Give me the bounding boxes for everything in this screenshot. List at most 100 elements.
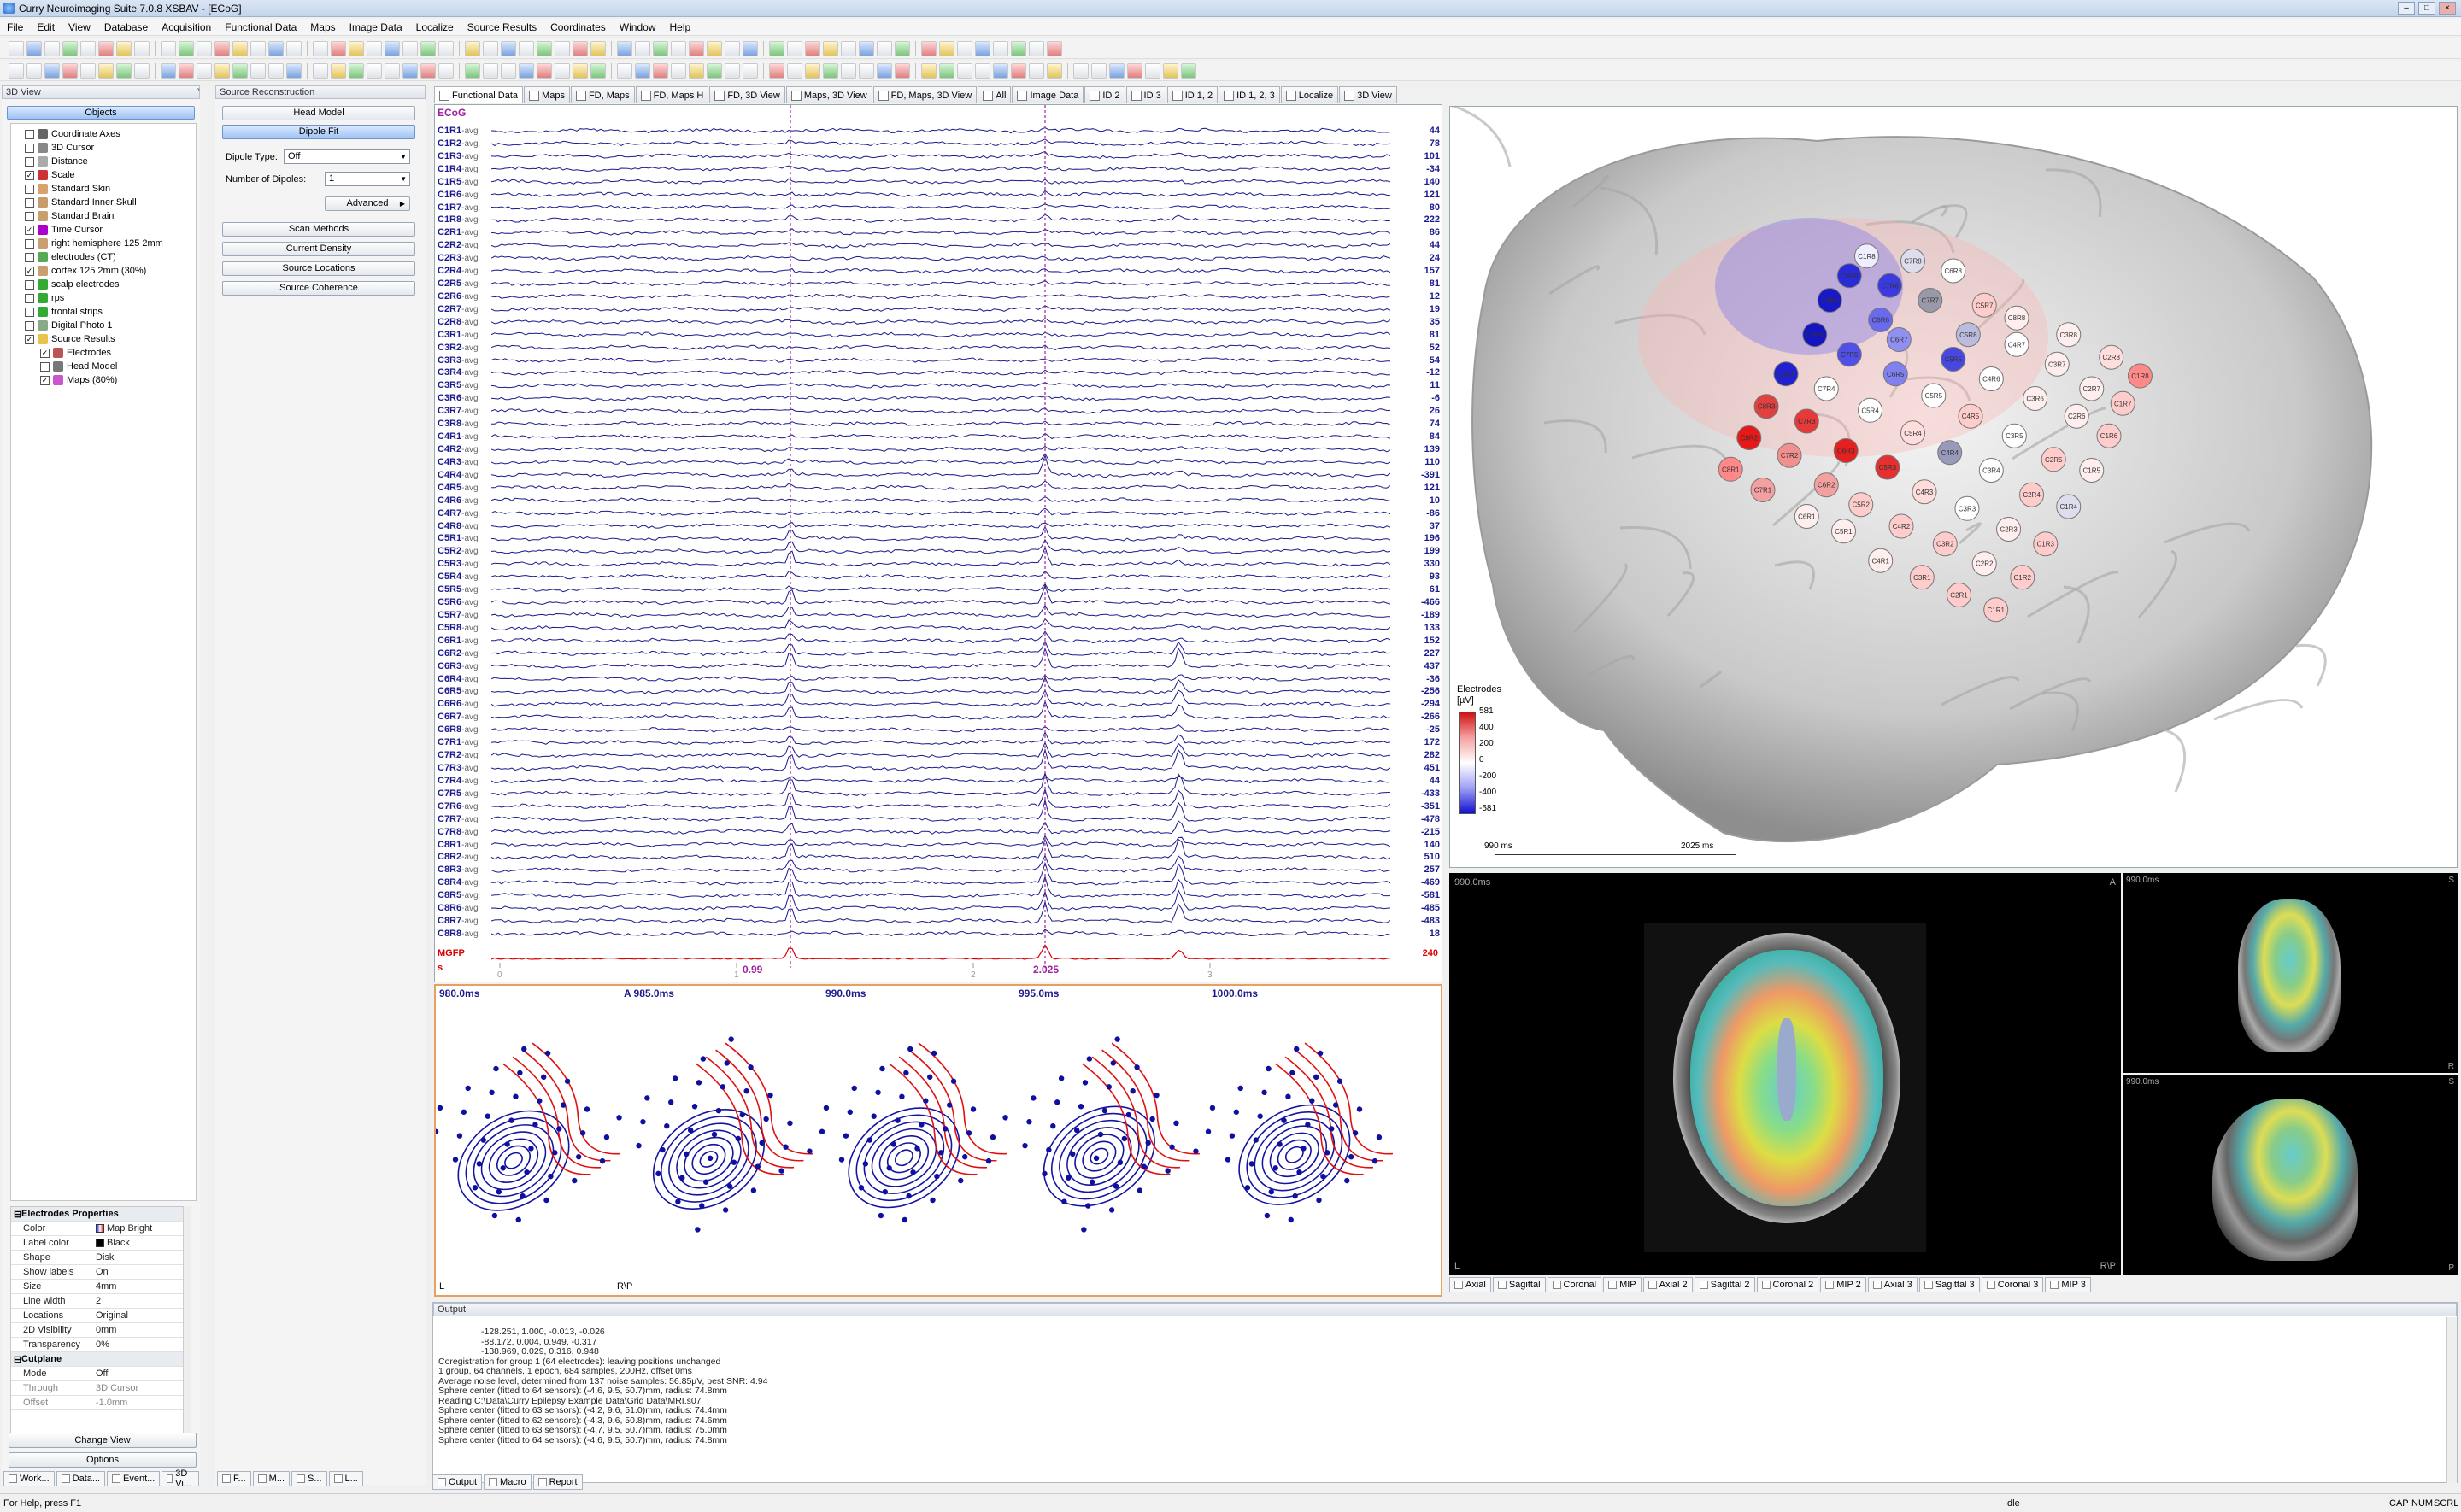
property-value[interactable]: Disk: [92, 1252, 191, 1263]
electrode-marker[interactable]: C2R7: [2079, 376, 2105, 401]
toolbar-button[interactable]: [689, 62, 704, 79]
checkbox[interactable]: [25, 279, 34, 290]
tab-maps-3d-view[interactable]: Maps, 3D View: [785, 86, 872, 103]
toolbar-button[interactable]: [671, 62, 686, 79]
tab-fd-3d-view[interactable]: FD, 3D View: [709, 86, 785, 103]
tab-functional-data[interactable]: Functional Data: [434, 86, 524, 103]
channel-label[interactable]: C7R2-avg: [438, 750, 479, 760]
toolbar-button[interactable]: [823, 40, 838, 56]
toolbar-button[interactable]: [9, 62, 24, 79]
tree-item[interactable]: ✓ Maps (80%): [16, 373, 196, 387]
electrode-marker[interactable]: C6R3: [1833, 437, 1859, 463]
channel-label[interactable]: C7R7-avg: [438, 814, 479, 824]
property-row[interactable]: Offset -1.0mm: [11, 1396, 191, 1410]
toolbar-button[interactable]: [134, 62, 150, 79]
toolbar-button[interactable]: [385, 62, 400, 79]
toolbar-button[interactable]: [62, 62, 78, 79]
electrode-marker[interactable]: C4R7: [2004, 331, 2029, 357]
channel-label[interactable]: C6R4-avg: [438, 674, 479, 684]
electrode-marker[interactable]: C1R7: [2110, 390, 2135, 416]
toolbar-button[interactable]: [80, 40, 96, 56]
toolbar-button[interactable]: [707, 40, 722, 56]
electrode-marker[interactable]: C4R5: [1958, 403, 1983, 429]
toolbar-button[interactable]: [179, 40, 194, 56]
channel-label[interactable]: C2R8-avg: [438, 317, 479, 327]
property-value[interactable]: 0mm: [92, 1325, 191, 1335]
electrode-marker[interactable]: C8R6: [1817, 288, 1842, 313]
toolbar-button[interactable]: [939, 62, 954, 79]
electrode-marker[interactable]: C1R4: [2056, 494, 2082, 519]
toolbar-button[interactable]: [635, 62, 650, 79]
channel-label[interactable]: C2R1-avg: [438, 227, 479, 237]
tree-item[interactable]: electrodes (CT): [16, 250, 196, 264]
brain-surface[interactable]: C1R8 C7R8 C6R8 C6R6 C7R6 C8R6 C7R7 C5R7 C8R8 C6R6…: [1450, 107, 2458, 868]
property-row[interactable]: Shape Disk: [11, 1251, 191, 1265]
panel-tab[interactable]: Event...: [107, 1471, 161, 1486]
electrode-marker[interactable]: C7R5: [1836, 342, 1862, 367]
tree-item[interactable]: ✓ Electrodes: [16, 346, 196, 360]
toolbar-button[interactable]: [134, 40, 150, 56]
tree-item[interactable]: 3D Cursor: [16, 141, 196, 155]
tree-item[interactable]: ✓ Scale: [16, 168, 196, 182]
channel-label[interactable]: C3R7-avg: [438, 406, 479, 416]
tab-fd-maps-h[interactable]: FD, Maps H: [635, 86, 709, 103]
channel-label[interactable]: C8R7-avg: [438, 916, 479, 926]
tab-fd-maps[interactable]: FD, Maps: [570, 86, 635, 103]
toolbar-button[interactable]: [250, 62, 266, 79]
options-button[interactable]: Options: [9, 1452, 197, 1468]
electrode-marker[interactable]: C6R6: [1836, 263, 1862, 289]
toolbar-button[interactable]: [26, 62, 42, 79]
checkbox[interactable]: [25, 184, 34, 194]
channel-label[interactable]: C4R7-avg: [438, 508, 479, 519]
toolbar-button[interactable]: [98, 62, 114, 79]
toolbar-button[interactable]: [483, 40, 498, 56]
electrode-marker[interactable]: C8R5: [1802, 322, 1828, 348]
channel-label[interactable]: C1R6-avg: [438, 190, 479, 200]
toolbar-button[interactable]: [555, 40, 570, 56]
checkbox[interactable]: [25, 320, 34, 331]
channel-label[interactable]: C7R8-avg: [438, 827, 479, 837]
toolbar-button[interactable]: [1163, 62, 1178, 79]
toolbar-button[interactable]: [214, 62, 230, 79]
toolbar-button[interactable]: [769, 40, 784, 56]
toolbar-button[interactable]: [197, 62, 212, 79]
channel-label[interactable]: C3R8-avg: [438, 419, 479, 429]
checkbox[interactable]: [25, 211, 34, 221]
toolbar-button[interactable]: [116, 62, 132, 79]
tab-localize[interactable]: Localize: [1280, 86, 1339, 103]
toolbar-button[interactable]: [250, 40, 266, 56]
channel-label[interactable]: C4R6-avg: [438, 495, 479, 506]
channel-label[interactable]: C5R6-avg: [438, 597, 479, 607]
panel-tab[interactable]: S...: [291, 1471, 327, 1486]
current-density-button[interactable]: Current Density: [222, 242, 415, 256]
panel-tab[interactable]: Data...: [56, 1471, 106, 1486]
checkbox[interactable]: ✓: [40, 348, 50, 358]
toolbar-button[interactable]: [501, 62, 516, 79]
cursor1-label[interactable]: 0.99: [743, 964, 762, 976]
tree-item[interactable]: scalp electrodes: [16, 278, 196, 291]
channel-label[interactable]: C8R5-avg: [438, 890, 479, 900]
toolbar-button[interactable]: [1011, 62, 1026, 79]
tree-item[interactable]: Standard Inner Skull: [16, 196, 196, 209]
toolbar-button[interactable]: [268, 40, 284, 56]
collapse-icon[interactable]: ⊟: [11, 1354, 21, 1365]
panel-tab[interactable]: 3D Vi...: [162, 1468, 200, 1489]
electrode-marker[interactable]: C7R7: [1918, 288, 1943, 313]
channel-label[interactable]: C7R1-avg: [438, 737, 479, 747]
dipole-type-select[interactable]: Off ▼: [284, 149, 410, 164]
toolbar-button[interactable]: [313, 62, 328, 79]
electrode-marker[interactable]: C5R4: [1858, 397, 1883, 423]
toolbar-button[interactable]: [1091, 62, 1107, 79]
toolbar-button[interactable]: [671, 40, 686, 56]
toolbar-button[interactable]: [286, 62, 302, 79]
toolbar-button[interactable]: [787, 40, 802, 56]
electrode-marker[interactable]: C6R1: [1794, 504, 1819, 529]
property-row[interactable]: Size 4mm: [11, 1280, 191, 1294]
electrode-marker[interactable]: C8R1: [1718, 456, 1743, 482]
panel-tab[interactable]: Report: [532, 1474, 583, 1490]
electrode-marker[interactable]: C1R1: [1983, 597, 2009, 623]
electrode-marker[interactable]: C3R5: [2001, 423, 2027, 448]
electrode-marker[interactable]: C2R1: [1947, 583, 1971, 607]
electrode-marker[interactable]: C3R4: [1978, 457, 2004, 483]
tree-item[interactable]: frontal strips: [16, 305, 196, 319]
